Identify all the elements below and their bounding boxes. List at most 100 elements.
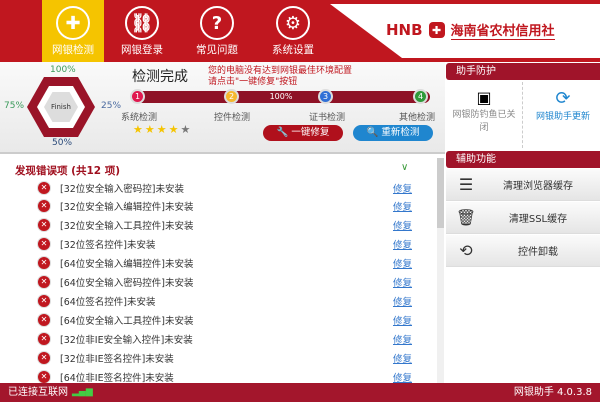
tool-label: 清理SSL缓存 — [508, 214, 568, 225]
step-3-badge: 3 — [318, 89, 333, 104]
error-item-text: [32位安全输入编辑控件]未安装 — [60, 202, 194, 214]
scrollbar-thumb[interactable] — [437, 158, 444, 228]
fix-link[interactable]: 修复 — [393, 256, 412, 270]
nav-tab-bank-check[interactable]: ✚ 网银检测 — [42, 0, 104, 62]
phishing-window-icon: ▣ — [476, 88, 492, 107]
error-item-text: [32位安全输入工具控件]未安装 — [60, 221, 194, 233]
cycle-icon: ⟲ — [459, 241, 473, 260]
anti-phish-label: 网银防钓鱼已关闭 — [452, 110, 516, 133]
step-1-label: 系统检测 — [121, 113, 158, 123]
nav-tab-faq[interactable]: ? 常见问题 — [186, 0, 248, 62]
error-list-item: ✕ [32位安全输入工具控件]未安装 修复 — [38, 216, 418, 235]
fix-link[interactable]: 修复 — [393, 199, 412, 213]
server-icon: ☰ — [458, 175, 474, 194]
error-item-text: [64位非IE签名控件]未安装 — [60, 372, 174, 384]
step-3-label: 证书检测 — [309, 113, 346, 123]
nav-label: 系统设置 — [272, 44, 314, 56]
recheck-label: 重新检测 — [381, 127, 420, 138]
nav-tab-bank-login[interactable]: ⛓ 网银登录 — [111, 0, 173, 62]
error-item-text: [64位签名控件]未安装 — [60, 296, 156, 308]
error-icon: ✕ — [38, 200, 50, 213]
fix-link[interactable]: 修复 — [393, 351, 412, 365]
error-list-item: ✕ [32位安全输入密码控]未安装 修复 — [38, 178, 418, 197]
error-item-text: [64位安全输入编辑控件]未安装 — [60, 259, 194, 271]
question-icon: ? — [200, 6, 234, 40]
fix-link[interactable]: 修复 — [393, 181, 412, 195]
error-list-item: ✕ [32位安全输入编辑控件]未安装 修复 — [38, 197, 418, 216]
divider — [522, 82, 523, 148]
clear-browser-cache-button[interactable]: ☰ 清理浏览器缓存 — [446, 169, 600, 201]
error-item-text: [32位签名控件]未安装 — [60, 240, 156, 252]
fix-link[interactable]: 修复 — [393, 275, 412, 289]
step-4-label: 其他检测 — [399, 113, 436, 123]
fix-all-label: 一键修复 — [291, 127, 330, 138]
signal-icon: ▂▄▆ — [72, 387, 93, 397]
uninstall-controls-button[interactable]: ⟲ 控件卸载 — [446, 235, 600, 267]
nav-tab-settings[interactable]: ⚙ 系统设置 — [262, 0, 324, 62]
nav-label: 常见问题 — [196, 44, 238, 56]
search-icon: 🔍 — [366, 127, 382, 138]
star-empty-icon: ★ — [180, 123, 193, 136]
error-list-title: 发现错误项 (共12 项) — [15, 165, 121, 177]
refresh-icon: ⟳ — [555, 88, 571, 109]
error-list-item: ✕ [64位安全输入工具控件]未安装 修复 — [38, 310, 418, 329]
fix-link[interactable]: 修复 — [393, 294, 412, 308]
protect-header: 助手防护 — [446, 63, 600, 80]
error-list-item: ✕ [64位安全输入编辑控件]未安装 修复 — [38, 254, 418, 273]
error-icon: ✕ — [38, 181, 50, 194]
step-2-label: 控件检测 — [214, 113, 251, 123]
percent-25: 25% — [101, 101, 122, 111]
error-list-item: ✕ [32位签名控件]未安装 修复 — [38, 235, 418, 254]
error-icon: ✕ — [38, 219, 50, 232]
error-icon: ✕ — [38, 332, 50, 345]
wrench-icon: 🔧 — [276, 127, 292, 138]
clear-ssl-cache-button[interactable]: 🗑 清理SSL缓存 — [446, 202, 600, 234]
status-bar: 已连接互联网 ▂▄▆ 网银助手 4.0.3.8 — [0, 383, 600, 402]
error-list-item: ✕ [64位安全输入密码控件]未安装 修复 — [38, 273, 418, 292]
step-4-badge: 4 — [413, 89, 428, 104]
gear-icon: ⚙ — [276, 6, 310, 40]
fix-link[interactable]: 修复 — [393, 313, 412, 327]
error-icon: ✕ — [38, 238, 50, 251]
status-message-2: 请点击"一键修复"按钮 — [208, 77, 298, 87]
fix-link[interactable]: 修复 — [393, 370, 412, 384]
error-icon: ✕ — [38, 351, 50, 364]
update-button[interactable]: ⟳ 网银助手更新 — [530, 88, 596, 122]
error-item-text: [64位安全输入工具控件]未安装 — [60, 315, 194, 327]
brand-name: 海南省农村信用社 — [450, 20, 555, 40]
one-click-fix-button[interactable]: 🔧 一键修复 — [263, 125, 343, 141]
error-list-item: ✕ [64位签名控件]未安装 修复 — [38, 291, 418, 310]
error-item-text: [32位安全输入密码控]未安装 — [60, 183, 185, 195]
shield-icon: ✚ — [56, 6, 90, 40]
progress-bar: 100% — [132, 91, 430, 103]
error-icon: ✕ — [38, 370, 50, 383]
rating-stars: ★★★★★ — [133, 123, 193, 136]
fix-link[interactable]: 修复 — [393, 218, 412, 232]
brand-logo: HNB ✚ 海南省农村信用社 — [386, 20, 555, 40]
anti-phishing-toggle[interactable]: ▣ 网银防钓鱼已关闭 — [450, 88, 518, 133]
tool-label: 清理浏览器缓存 — [503, 181, 573, 192]
recheck-button[interactable]: 🔍 重新检测 — [353, 125, 433, 141]
step-1-badge: 1 — [130, 89, 145, 104]
nav-label: 网银登录 — [121, 44, 163, 56]
brand-abbr: HNB — [386, 21, 423, 39]
collapse-chevron-icon[interactable]: ∨ — [401, 162, 408, 173]
percent-75: 75% — [4, 101, 25, 111]
step-2-badge: 2 — [224, 89, 239, 104]
error-item-text: [32位非IE安全输入控件]未安装 — [60, 334, 193, 346]
connection-status: 已连接互联网 — [8, 387, 68, 398]
brand-mark-icon: ✚ — [428, 22, 445, 38]
status-title: 检测完成 — [132, 69, 188, 85]
link-icon: ⛓ — [125, 6, 159, 40]
percent-50: 50% — [52, 138, 73, 148]
error-icon: ✕ — [38, 257, 50, 270]
error-list-item: ✕ [32位非IE签名控件]未安装 修复 — [38, 348, 418, 367]
update-label: 网银助手更新 — [535, 112, 590, 122]
fix-link[interactable]: 修复 — [393, 237, 412, 251]
trash-icon: 🗑 — [455, 208, 477, 227]
error-icon: ✕ — [38, 313, 50, 326]
version-label: 网银助手 4.0.3.8 — [513, 387, 592, 398]
error-list-item: ✕ [32位非IE安全输入控件]未安装 修复 — [38, 329, 418, 348]
fix-link[interactable]: 修复 — [393, 332, 412, 346]
error-icon: ✕ — [38, 276, 50, 288]
